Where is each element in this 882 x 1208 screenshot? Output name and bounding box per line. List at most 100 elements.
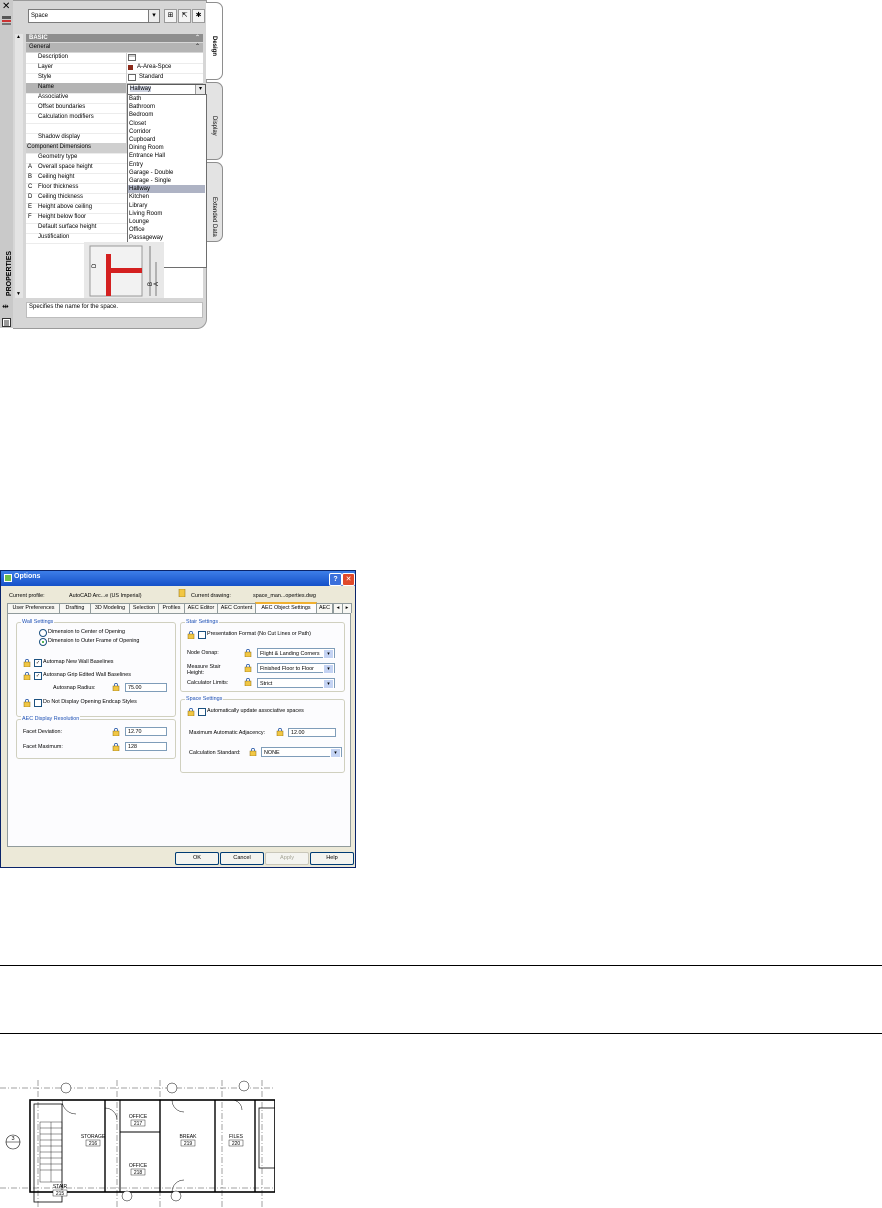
name-option[interactable]: Library <box>128 202 205 210</box>
tab-selection[interactable]: Selection <box>129 603 159 613</box>
section-general[interactable]: General ⌃ <box>26 43 203 52</box>
chevron-down-icon[interactable]: ▾ <box>195 85 205 94</box>
name-option[interactable]: Cupboard <box>128 136 205 144</box>
cancel-button[interactable]: Cancel <box>220 852 264 865</box>
row-label: Shadow display <box>38 134 81 140</box>
name-option[interactable]: Kitchen <box>128 193 205 201</box>
chevron-down-icon[interactable]: ▾ <box>148 10 159 22</box>
apply-button[interactable]: Apply <box>265 852 309 865</box>
chevron-down-icon[interactable]: ▾ <box>330 748 341 758</box>
presentation-format-checkbox[interactable] <box>198 631 206 639</box>
room-name: FILES <box>229 1134 244 1140</box>
chevron-down-icon[interactable]: ▾ <box>323 679 334 689</box>
lock-icon <box>187 631 195 639</box>
facet-deviation-input[interactable]: 12.70 <box>125 727 167 736</box>
drawing-icon <box>178 589 186 597</box>
tab-scroll-right-icon[interactable]: ▸ <box>342 603 352 613</box>
no-endcap-label: Do Not Display Opening Endcap Styles <box>43 699 137 705</box>
radio-outer-frame[interactable] <box>39 638 47 646</box>
section-basic[interactable]: BASIC ⌃ <box>26 34 203 42</box>
auto-update-spaces-label: Automatically update associative spaces <box>207 708 304 714</box>
divider-line <box>0 965 882 966</box>
toggle-pickadd-icon[interactable]: ✱ <box>192 9 205 23</box>
autohide-icon[interactable]: ⇹ <box>2 302 9 311</box>
tab-3d-modeling[interactable]: 3D Modeling <box>90 603 130 613</box>
name-option[interactable]: Office <box>128 226 205 234</box>
row-key: A <box>28 164 33 170</box>
help-button[interactable]: Help <box>310 852 354 865</box>
wall-settings-group: Wall Settings Dimension to Center of Ope… <box>16 619 176 717</box>
scroll-down-icon[interactable]: ▼ <box>16 291 21 297</box>
dialog-titlebar[interactable]: Options ? ✕ <box>1 571 355 586</box>
lock-icon <box>23 699 31 707</box>
tab-aec-content[interactable]: AEC Content <box>217 603 256 613</box>
no-endcap-checkbox[interactable] <box>34 699 42 707</box>
scroll-up-icon[interactable]: ▲ <box>16 34 21 40</box>
style-value: Standard <box>139 74 164 80</box>
display-resolution-title: AEC Display Resolution <box>21 716 81 722</box>
calculation-standard-select[interactable]: NONE ▾ <box>261 747 342 758</box>
autosnap-grip-checkbox[interactable]: ✓ <box>34 672 42 680</box>
tab-profiles[interactable]: Profiles <box>158 603 185 613</box>
object-type-select[interactable]: Space ▾ <box>28 9 160 23</box>
close-icon[interactable]: ✕ <box>342 573 355 586</box>
max-adjacency-input[interactable]: 12.00 <box>288 728 336 737</box>
tab-extended-data[interactable]: Extended Data <box>206 162 223 242</box>
help-icon[interactable]: ? <box>329 573 342 586</box>
name-option[interactable]: Entry <box>128 161 205 169</box>
description-icon[interactable] <box>128 54 136 61</box>
row-label: Component Dimensions <box>27 144 92 150</box>
quick-select-icon[interactable]: ⇱ <box>178 9 191 23</box>
facet-deviation-label: Facet Deviation: <box>23 729 62 735</box>
close-icon[interactable]: ✕ <box>2 1 10 12</box>
tab-display[interactable]: Display <box>206 82 223 160</box>
tab-design[interactable]: Design <box>206 2 223 80</box>
collapse-icon[interactable]: ⌃ <box>195 34 200 42</box>
name-option[interactable]: Dining Room <box>128 144 205 152</box>
chevron-up-icon[interactable]: ⌃ <box>195 43 200 52</box>
name-option[interactable]: Garage - Single <box>128 177 205 185</box>
name-option[interactable]: Bath <box>128 95 205 103</box>
name-option[interactable]: Lounge <box>128 218 205 226</box>
automap-new-wall-checkbox[interactable]: ✓ <box>34 659 42 667</box>
tab-drafting[interactable]: Drafting <box>59 603 91 613</box>
name-option[interactable]: Bathroom <box>128 103 205 111</box>
section-basic-label: BASIC <box>29 35 48 41</box>
autosnap-radius-input[interactable]: 75.00 <box>125 683 167 692</box>
name-option[interactable]: Garage - Double <box>128 169 205 177</box>
row-label: Geometry type <box>38 154 78 160</box>
auto-update-spaces-checkbox[interactable] <box>198 708 206 716</box>
ok-button[interactable]: OK <box>175 852 219 865</box>
row-label: Calculation modifiers <box>38 114 94 120</box>
current-drawing-value: space_man...operties.dwg <box>253 593 316 599</box>
name-option[interactable]: Entrance Hall <box>128 152 205 160</box>
name-option[interactable]: Living Room <box>128 210 205 218</box>
palette-menu-icon[interactable] <box>2 314 11 327</box>
room-name: BREAK <box>180 1134 198 1140</box>
lock-icon <box>249 748 257 756</box>
tab-extended-data-label: Extended Data <box>211 197 217 237</box>
name-option[interactable]: Bedroom <box>128 111 205 119</box>
autosnap-radius-label: Autosnap Radius: <box>53 685 96 691</box>
calculator-limits-select[interactable]: Strict ▾ <box>257 678 335 689</box>
app-icon <box>4 574 12 582</box>
name-option[interactable]: Corridor <box>128 128 205 136</box>
palette-title-strip[interactable]: ✕ PROPERTIES ⇹ <box>0 0 14 328</box>
palette-scrollbar[interactable]: ▲ ▼ <box>15 34 23 298</box>
name-option[interactable]: Closet <box>128 120 205 128</box>
measure-stair-height-select[interactable]: Finished Floor to Floor ▾ <box>257 663 335 674</box>
tab-user-preferences[interactable]: User Preferences <box>7 603 60 613</box>
settings-icon[interactable] <box>2 12 11 25</box>
facet-maximum-input[interactable]: 128 <box>125 742 167 751</box>
select-objects-icon[interactable]: ⊞ <box>164 9 177 23</box>
name-option[interactable]: Hallway <box>128 185 205 194</box>
tab-aec[interactable]: AEC <box>316 603 333 613</box>
properties-palette: ✕ PROPERTIES ⇹ Design Display Extended D… <box>0 0 224 329</box>
radio-center-of-opening[interactable] <box>39 629 47 637</box>
autosnap-grip-label: Autosnap Grip Edited Wall Baselines <box>43 672 131 678</box>
chevron-down-icon[interactable]: ▾ <box>323 649 334 659</box>
tab-aec-editor[interactable]: AEC Editor <box>184 603 218 613</box>
chevron-down-icon[interactable]: ▾ <box>323 664 334 674</box>
node-osnap-select[interactable]: Flight & Landing Corners ▾ <box>257 648 335 659</box>
layer-color-swatch <box>128 65 133 70</box>
